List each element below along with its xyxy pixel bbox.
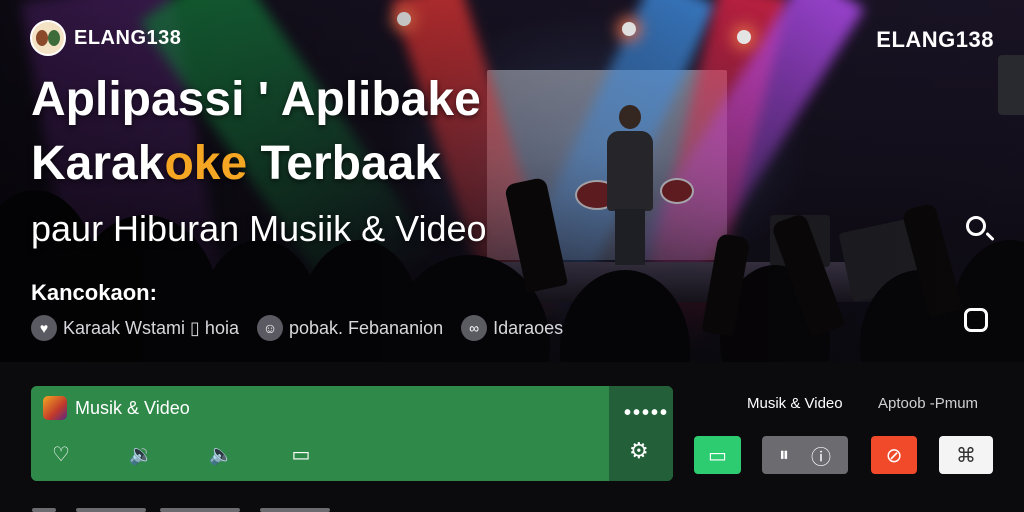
title-text: Karak — [31, 137, 165, 190]
block-icon: ⊘ — [885, 444, 903, 467]
volume-icon[interactable]: 🔈 — [203, 438, 239, 470]
section-label: Kancokaon: — [31, 280, 157, 305]
app-label[interactable]: Aptoob -Pmum — [878, 395, 978, 412]
feature-chip[interactable]: ♥ Karaak Wstami ▯ hoia — [31, 315, 239, 341]
player-main: Musik & Video ♡ 🔉 🔈 ▭ — [31, 386, 609, 481]
comment-icon[interactable]: ▭ — [283, 438, 319, 470]
avatar — [30, 20, 66, 56]
search-icon[interactable] — [960, 210, 992, 242]
link-icon: ∞ — [461, 315, 488, 341]
block-button[interactable]: ⊘ — [871, 436, 917, 474]
gear-icon[interactable]: ⚙ — [629, 438, 649, 464]
like-icon[interactable]: ♡ — [43, 438, 79, 470]
strip-mark — [160, 508, 240, 512]
brand-logo[interactable]: ELANG138 — [30, 20, 181, 56]
brand-name-text: ELANG138 — [74, 26, 182, 49]
strip-mark — [76, 508, 146, 512]
media-button[interactable]: ⏸ ⓘ — [762, 436, 848, 474]
chip-label: pobak. Febananion — [288, 317, 444, 338]
feature-chip[interactable]: ∞ Idaraoes — [461, 315, 563, 341]
share-icon: ⌘ — [956, 444, 976, 467]
pause-icon: ⏸ — [779, 443, 789, 466]
app-icon — [43, 396, 67, 420]
refresh-icon[interactable] — [960, 304, 992, 336]
category-label[interactable]: Musik & Video — [747, 395, 843, 412]
page-subtitle: paur Hiburan Musiik & Video — [31, 208, 487, 249]
share-button[interactable]: ⌘ — [939, 436, 993, 474]
more-menu-icon[interactable]: ••••• — [624, 402, 669, 425]
info-icon: ⓘ — [811, 446, 831, 469]
bottom-strip — [0, 500, 1024, 512]
strip-mark — [32, 508, 56, 512]
strip-mark — [260, 508, 330, 512]
title-text: Terbaak — [247, 137, 442, 190]
media-player-card: Musik & Video ♡ 🔉 🔈 ▭ ••••• ⚙ — [31, 386, 673, 481]
page-title: Aplipassi ' Aplibake — [31, 73, 481, 126]
feature-chip[interactable]: ☺ pobak. Febananion — [256, 315, 444, 341]
title-accent-text: oke — [164, 137, 248, 190]
chat-button[interactable]: ▭ — [694, 436, 741, 474]
player-controls: ♡ 🔉 🔈 ▭ — [43, 438, 319, 470]
feature-chips: ♥ Karaak Wstami ▯ hoia ☺ pobak. Febanani… — [31, 315, 563, 341]
chat-icon: ▭ — [708, 444, 727, 467]
smile-icon: ☺ — [256, 315, 283, 341]
player-title: Musik & Video — [43, 396, 190, 420]
heart-icon: ♥ — [31, 315, 57, 341]
brand-name: ELANG138 — [74, 27, 181, 50]
player-title-label: Musik & Video — [75, 397, 190, 418]
chip-label: Karaak Wstami ▯ hoia — [63, 317, 239, 338]
volume-down-icon[interactable]: 🔉 — [123, 438, 159, 470]
brand-name-right: ELANG138 — [876, 27, 994, 52]
player-side — [609, 386, 673, 481]
page-title-line2: Karakoke Terbaak — [31, 140, 441, 188]
chip-label: Idaraoes — [493, 317, 564, 338]
